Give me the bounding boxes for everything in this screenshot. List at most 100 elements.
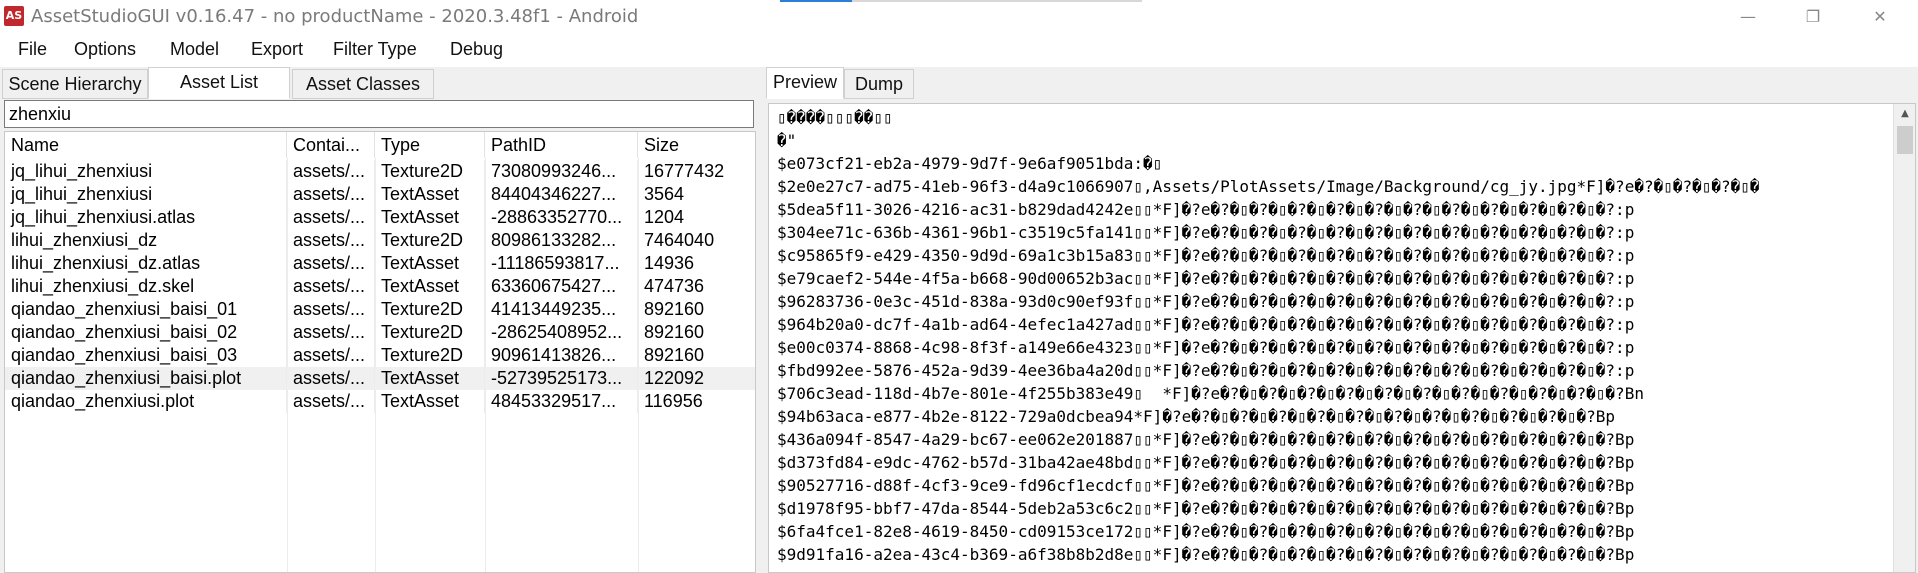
asset-list-pane: Scene Hierarchy Asset List Asset Classes… [0,67,758,573]
cell-name: qiandao_zhenxiusi.plot [5,390,287,413]
cell-name: jq_lihui_zhenxiusi [5,183,287,206]
cell-name: qiandao_zhenxiusi_baisi.plot [5,367,287,390]
preview-line: $706c3ead-118d-4b7e-801e-4f255b383e49▯ *… [777,384,1644,403]
cell-type: Texture2D [375,298,485,321]
cell-name: lihui_zhenxiusi_dz [5,229,287,252]
preview-line: $e00c0374-8868-4c98-8f3f-a149e66e4323▯▯*… [777,338,1635,357]
preview-line: ▯����▯▯▯��▯▯ [777,108,893,127]
list-header: Name Contai... Type PathID Size [5,132,755,158]
table-row[interactable]: qiandao_zhenxiusi_baisi_03 assets/... Text… [5,344,755,367]
cell-type: Texture2D [375,321,485,344]
cell-type: TextAsset [375,206,485,229]
app-icon: AS [4,6,24,26]
table-row[interactable]: lihui_zhenxiusi_dz assets/... Texture2D 809… [5,229,755,252]
cell-container: assets/... [287,390,375,413]
preview-pane: Preview Dump ▯����▯▯▯��▯▯ �" $e073cf21-eb2… [762,67,1918,573]
cell-size: 892160 [638,298,755,321]
maximize-button[interactable]: ❐ [1783,0,1843,33]
table-row[interactable]: lihui_zhenxiusi_dz.atlas assets/... TextAs… [5,252,755,275]
filter-input[interactable]: zhenxiu [4,100,754,128]
cell-type: Texture2D [375,229,485,252]
cell-size: 3564 [638,183,755,206]
preview-line: $436a094f-8547-4a29-bc67-ee062e201887▯▯*… [777,430,1635,449]
cell-size: 1204 [638,206,755,229]
preview-line: $94b63aca-e877-4b2e-8122-729a0dcbea94*F]… [777,407,1616,426]
cell-container: assets/... [287,344,375,367]
title-accent-bar [780,0,852,2]
cell-container: assets/... [287,298,375,321]
cell-size: 122092 [638,367,755,390]
preview-line: $964b20a0-dc7f-4a1b-ad64-4efec1a427ad▯▯*… [777,315,1635,334]
cell-pathid: 80986133282... [485,229,638,252]
title-accent-bar-2 [852,0,1142,2]
preview-line: $fbd992ee-5876-452a-9d39-4ee36ba4a20d▯▯*… [777,361,1635,380]
preview-line: $e79caef2-544e-4f5a-b668-90d00652b3ac▯▯*… [777,269,1635,288]
menu-file[interactable]: File [18,39,47,60]
menu-options[interactable]: Options [74,39,136,60]
cell-container: assets/... [287,367,375,390]
close-button[interactable]: ✕ [1850,0,1910,33]
preview-line: $2e0e27c7-ad75-41eb-96f3-d4a9c1066907▯,A… [777,177,1760,196]
cell-type: Texture2D [375,160,485,183]
menu-bar: File Options Model Export Filter Type De… [0,33,1918,67]
cell-container: assets/... [287,206,375,229]
cell-size: 892160 [638,344,755,367]
table-row[interactable]: jq_lihui_zhenxiusi.atlas assets/... TextAs… [5,206,755,229]
tab-dump[interactable]: Dump [844,69,914,99]
minimize-icon: — [1740,7,1756,26]
maximize-icon: ❐ [1805,7,1821,26]
cell-pathid: -11186593817... [485,252,638,275]
preview-line: $9d91fa16-a2ea-43c4-b369-a6f38b8b2d8e▯▯*… [777,545,1635,564]
cell-pathid: -52739525173... [485,367,638,390]
preview-line: $6fa4fce1-82e8-4619-8450-cd09153ce172▯▯*… [777,522,1635,541]
table-row[interactable]: qiandao_zhenxiusi_baisi.plot assets/... Te… [5,367,755,390]
preview-line: $96283736-0e3c-451d-838a-93d0c90ef93f▯▯*… [777,292,1635,311]
table-row[interactable]: jq_lihui_zhenxiusi assets/... TextAsset 844… [5,183,755,206]
preview-text-area[interactable]: ▯����▯▯▯��▯▯ �" $e073cf21-eb2a-4979-9d7f-9… [768,103,1916,573]
cell-size: 16777432 [638,160,755,183]
asset-list-view[interactable]: Name Contai... Type PathID Size jq_lihui… [4,131,756,573]
cell-name: lihui_zhenxiusi_dz.skel [5,275,287,298]
table-row[interactable]: qiandao_zhenxiusi_baisi_01 assets/... Text… [5,298,755,321]
scroll-up-icon[interactable]: ▲ [1894,104,1915,124]
tab-scene-hierarchy[interactable]: Scene Hierarchy [2,69,148,99]
scroll-thumb[interactable] [1897,126,1913,154]
table-row[interactable]: lihui_zhenxiusi_dz.skel assets/... TextAss… [5,275,755,298]
tab-asset-list[interactable]: Asset List [148,67,290,99]
menu-export[interactable]: Export [251,39,303,60]
cell-pathid: 84404346227... [485,183,638,206]
column-header-container[interactable]: Contai... [287,132,375,158]
cell-name: jq_lihui_zhenxiusi.atlas [5,206,287,229]
cell-name: lihui_zhenxiusi_dz.atlas [5,252,287,275]
preview-line: �" [777,131,797,150]
preview-line: $e073cf21-eb2a-4979-9d7f-9e6af9051bda:�▯ [777,154,1163,173]
cell-container: assets/... [287,229,375,252]
cell-size: 892160 [638,321,755,344]
tab-asset-classes[interactable]: Asset Classes [292,69,434,99]
cell-pathid: 73080993246... [485,160,638,183]
table-row[interactable]: jq_lihui_zhenxiusi assets/... Texture2D 730… [5,160,755,183]
tab-preview[interactable]: Preview [766,67,844,99]
column-header-name[interactable]: Name [5,132,287,158]
cell-container: assets/... [287,160,375,183]
column-header-size[interactable]: Size [638,132,755,158]
cell-size: 14936 [638,252,755,275]
cell-type: TextAsset [375,367,485,390]
menu-debug[interactable]: Debug [450,39,503,60]
preview-line: $5dea5f11-3026-4216-ac31-b829dad4242e▯▯*… [777,200,1635,219]
menu-model[interactable]: Model [170,39,219,60]
preview-line: $90527716-d88f-4cf3-9ce9-fd96cf1ecdcf▯▯*… [777,476,1635,495]
column-header-type[interactable]: Type [375,132,485,158]
cell-size: 7464040 [638,229,755,252]
column-header-pathid[interactable]: PathID [485,132,638,158]
cell-pathid: -28863352770... [485,206,638,229]
vertical-scrollbar[interactable]: ▲ [1893,104,1915,572]
menu-filter-type[interactable]: Filter Type [333,39,417,60]
cell-type: Texture2D [375,344,485,367]
cell-name: jq_lihui_zhenxiusi [5,160,287,183]
minimize-button[interactable]: — [1718,0,1778,33]
cell-pathid: 41413449235... [485,298,638,321]
preview-line: $304ee71c-636b-4361-96b1-c3519c5fa141▯▯*… [777,223,1635,242]
table-row[interactable]: qiandao_zhenxiusi.plot assets/... TextAsse… [5,390,755,413]
table-row[interactable]: qiandao_zhenxiusi_baisi_02 assets/... Text… [5,321,755,344]
